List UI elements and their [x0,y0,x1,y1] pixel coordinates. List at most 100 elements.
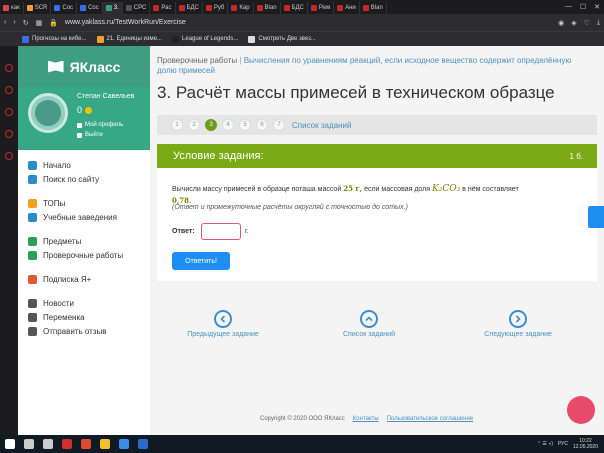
my-profile-label: Мой профиль [85,122,124,128]
tab-favicon-icon [337,5,344,11]
back-icon[interactable]: ‹ [4,19,6,26]
camera-icon[interactable]: ◉ [558,19,564,27]
rail-icon[interactable] [5,64,13,72]
brand-logo[interactable]: ЯКласс [18,46,150,87]
logout-link[interactable]: Выйти [77,132,103,138]
site-sidebar: ЯКласс Степан Савельев 0 Мой профиль Вый… [18,46,150,435]
breadcrumb-root[interactable]: Проверочные работы [157,56,237,65]
tab-favicon-icon [310,5,317,11]
rail-icon[interactable] [5,108,13,116]
sidebar-item[interactable]: Отправить отзыв [18,324,150,338]
next-task-label: Следующее задание [484,331,552,338]
browser-tab[interactable]: как [0,2,24,14]
avatar[interactable] [28,93,68,133]
minimize-icon[interactable]: — [565,3,572,11]
browser-tab[interactable]: Сос [51,2,78,14]
forward-icon[interactable]: › [13,19,15,26]
app-icon[interactable] [119,439,129,449]
bookmarks-bar: Прогнозы на кибе... 21. Единицы изме... Le… [0,31,604,46]
next-task-link[interactable]: Следующее задание [468,310,568,338]
trophy-icon [28,198,37,208]
task-view-icon[interactable] [43,439,53,449]
folder-icon[interactable] [100,439,110,449]
tab-favicon-icon [105,5,112,11]
window-controls: — ☐ ✕ [565,3,604,11]
browser-tab[interactable]: Blan [254,2,281,14]
step-7[interactable]: 7 [273,119,285,131]
subscription-icon [28,274,37,284]
bookmark-item[interactable]: Прогнозы на кибе... [22,35,87,43]
step-2[interactable]: 2 [188,119,200,131]
maximize-icon[interactable]: ☐ [580,3,586,11]
browser-tab[interactable]: БДС [281,2,308,14]
browser-tab[interactable]: Сос [77,2,103,14]
browser-tab[interactable]: Кар [228,2,254,14]
prev-task-link[interactable]: Предыдущее задание [173,310,273,338]
bookmark-favicon-icon [248,35,256,43]
sidebar-item[interactable]: Проверочные работы [18,248,150,262]
sidebar-item[interactable]: Учебные заведения [18,210,150,224]
browser-tab[interactable]: Руб [203,2,229,14]
browser-side-rail [0,46,18,435]
rail-icon[interactable] [5,86,13,94]
tab-label: Сос [88,5,99,11]
sidebar-item[interactable]: Предметы [18,234,150,248]
hint-text: (Ответ и промежуточные расчёты округляй … [172,204,408,211]
agreement-link[interactable]: Пользовательское соглашение [387,416,473,422]
user-name[interactable]: Степан Савельев [77,93,134,100]
tab-label: Ани [345,5,356,11]
shield-icon[interactable]: ◈ [571,19,576,27]
browser-tab[interactable]: СРС [123,2,151,14]
answer-input[interactable] [201,223,241,240]
browser-tab[interactable]: Ани [334,2,360,14]
search-icon[interactable] [24,439,34,449]
browser-tab[interactable]: 3. [102,2,123,14]
app-icon[interactable] [138,439,148,449]
language-indicator[interactable]: РУС [558,441,568,447]
sidebar-item[interactable]: Подписка Я+ [18,272,150,286]
heart-icon[interactable]: ♡ [584,19,590,27]
rail-icon[interactable] [5,130,13,138]
step-4[interactable]: 4 [222,119,234,131]
browser-tab[interactable]: Рем [308,2,335,14]
contacts-link[interactable]: Контакты [353,416,379,422]
step-6[interactable]: 6 [256,119,268,131]
clock[interactable]: 10:22 12.05.2020 [573,438,598,450]
close-icon[interactable]: ✕ [594,3,600,11]
step-3[interactable]: 3 [205,119,217,131]
tab-favicon-icon [125,5,132,11]
browser-tab[interactable]: Рас [150,2,176,14]
tab-label: Blan [370,5,383,11]
submit-button[interactable]: Ответить! [172,252,230,270]
step-1[interactable]: 1 [171,119,183,131]
step-5[interactable]: 5 [239,119,251,131]
tray-icons[interactable]: ⌃ ☰ ◖) [537,441,553,447]
task-list-link-top[interactable]: Список заданий [292,121,351,130]
sidebar-item[interactable]: Новости [18,296,150,310]
download-icon[interactable]: ⤓ [597,19,600,27]
task-list-link[interactable]: Список заданий [319,310,419,338]
grid-icon[interactable]: ▦ [36,19,43,27]
browser-tab[interactable]: Blan [360,2,387,14]
sidebar-item[interactable]: Начало [18,158,150,172]
help-bell-icon[interactable] [567,396,595,424]
sidebar-item[interactable]: Переменка [18,310,150,324]
url-field[interactable]: www.yaklass.ru/TestWorkRun/Exercise [65,19,551,26]
bookmark-item[interactable]: 21. Единицы изме... [96,35,162,43]
reload-icon[interactable]: ↻ [23,19,29,27]
windows-start-icon[interactable] [5,439,15,449]
rail-icon[interactable] [5,152,13,160]
browser-tab[interactable]: БДС [176,2,203,14]
browser-tab[interactable]: SCR [24,2,52,14]
sidebar-item[interactable]: ТОПы [18,196,150,210]
news-icon [28,298,37,308]
my-profile-link[interactable]: Мой профиль [77,122,123,128]
bookmark-item[interactable]: Смотреть Две звез... [248,35,316,43]
step-navigation: 1 2 3 4 5 6 7 Список заданий [157,115,597,135]
opera-icon[interactable] [62,439,72,449]
sidebar-item[interactable]: Поиск по сайту [18,172,150,186]
mail-feedback-tab[interactable] [588,206,604,228]
condition-header: Условие задания: 1 б. [157,144,597,168]
app-icon[interactable] [81,439,91,449]
bookmark-item[interactable]: League of Legends... [172,35,238,43]
